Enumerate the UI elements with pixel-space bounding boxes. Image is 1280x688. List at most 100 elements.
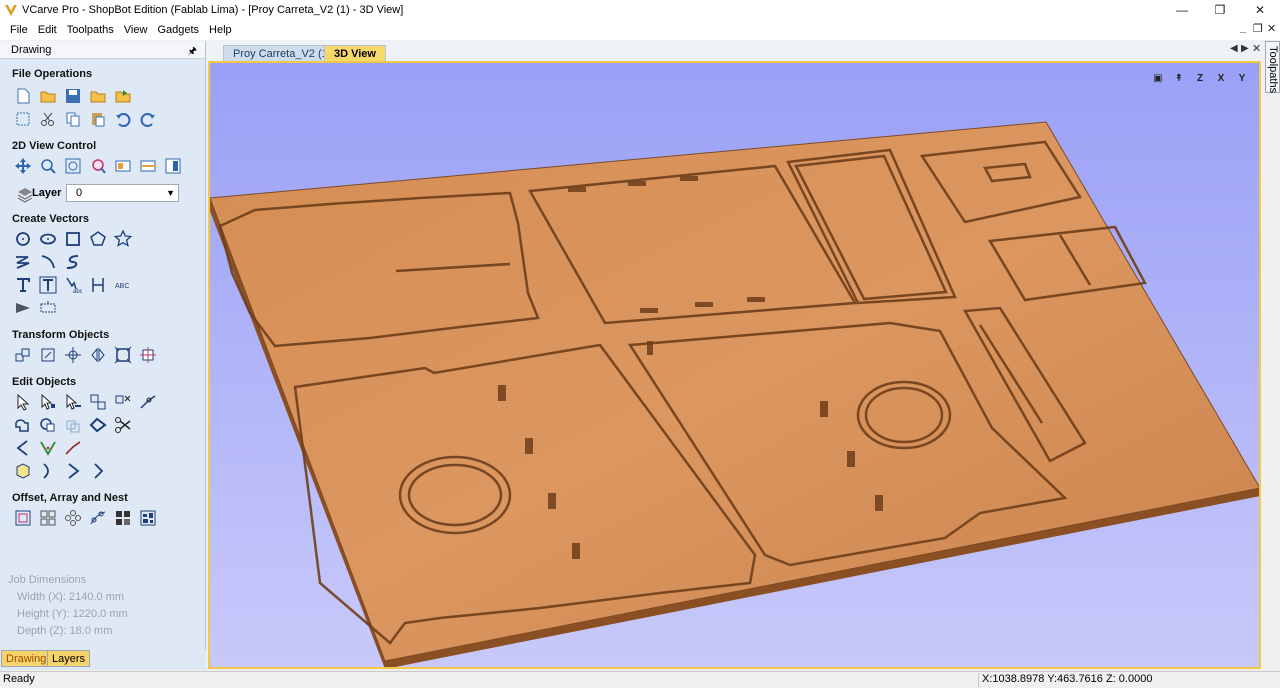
copy-along-vector-icon[interactable]	[87, 507, 109, 529]
interactive-select-icon[interactable]	[62, 391, 84, 413]
mdi-close-button[interactable]: ✕	[1267, 22, 1276, 35]
paste-icon[interactable]	[87, 108, 109, 130]
distort-icon[interactable]	[137, 344, 159, 366]
zoom-extents-icon[interactable]	[62, 155, 84, 177]
toolpaths-tab[interactable]: Toolpaths	[1265, 41, 1280, 93]
minimize-button[interactable]: —	[1162, 0, 1202, 20]
scale-icon[interactable]	[112, 344, 134, 366]
arc-text-icon[interactable]: ABC	[112, 274, 134, 296]
draw-curve-icon[interactable]	[62, 251, 84, 273]
dimension-icon[interactable]	[87, 274, 109, 296]
zoom-extents-view-icon[interactable]: ▣	[1149, 69, 1167, 87]
menu-help[interactable]: Help	[204, 24, 237, 36]
node-edit-icon[interactable]	[37, 391, 59, 413]
group-icon[interactable]	[87, 391, 109, 413]
fillet-icon[interactable]	[12, 297, 34, 319]
move-icon[interactable]	[12, 344, 34, 366]
job-setup-icon[interactable]	[12, 108, 34, 130]
menu-view[interactable]: View	[119, 24, 153, 36]
draw-arc-icon[interactable]	[37, 251, 59, 273]
menu-toolpaths[interactable]: Toolpaths	[62, 24, 119, 36]
circular-array-icon[interactable]	[62, 507, 84, 529]
draw-ellipse-icon[interactable]	[37, 228, 59, 250]
job-depth: Depth (Z): 18.0 mm	[17, 625, 113, 637]
measure-icon[interactable]	[37, 297, 59, 319]
join-vectors-icon[interactable]	[87, 414, 109, 436]
menu-edit[interactable]: Edit	[33, 24, 62, 36]
menu-file[interactable]: File	[5, 24, 33, 36]
close-button[interactable]: ✕	[1240, 0, 1280, 20]
view-layout-icon[interactable]	[112, 155, 134, 177]
extend-icon[interactable]	[62, 437, 84, 459]
pin-icon[interactable]: 🖈	[188, 44, 197, 61]
close-vector-icon[interactable]	[62, 460, 84, 482]
nesting-icon[interactable]	[112, 507, 134, 529]
intersect-icon[interactable]	[62, 414, 84, 436]
section-file-operations: File Operations	[12, 68, 93, 80]
copy-icon[interactable]	[62, 108, 84, 130]
draw-polygon-icon[interactable]	[87, 228, 109, 250]
drawing-panel: Drawing 🖈 File Operations 2D View Contro…	[0, 41, 206, 670]
array-copy-icon[interactable]	[37, 507, 59, 529]
auto-layout-text-icon[interactable]	[37, 274, 59, 296]
cut-icon[interactable]	[37, 108, 59, 130]
subtract-icon[interactable]	[37, 414, 59, 436]
view-top-z-icon[interactable]: Z	[1191, 69, 1209, 87]
3d-viewport[interactable]: ▣ ↟ Z X Y	[208, 61, 1261, 669]
curve-fit-icon[interactable]	[37, 460, 59, 482]
select-icon[interactable]	[12, 391, 34, 413]
maximize-button[interactable]: ❐	[1200, 0, 1240, 20]
svg-text:ABC: ABC	[115, 283, 129, 290]
join-open-icon[interactable]	[87, 460, 109, 482]
layer-dropdown[interactable]: 0 ▼	[66, 184, 179, 202]
iso-view-icon[interactable]: ↟	[1170, 69, 1188, 87]
trim-icon[interactable]	[137, 391, 159, 413]
draw-circle-icon[interactable]	[12, 228, 34, 250]
status-bar: Ready X:1038.8978 Y:463.7616 Z: 0.0000	[0, 671, 1280, 688]
redo-icon[interactable]	[137, 108, 159, 130]
draw-star-icon[interactable]	[112, 228, 134, 250]
tab-layers[interactable]: Layers	[47, 650, 91, 667]
save-icon[interactable]	[62, 85, 84, 107]
material-sheet	[210, 121, 1259, 662]
pan-icon[interactable]	[12, 155, 34, 177]
mdi-restore-button[interactable]: ❐	[1253, 22, 1263, 35]
menu-gadgets[interactable]: Gadgets	[152, 24, 204, 36]
tab-drawing[interactable]: Drawing	[1, 650, 52, 667]
cursor-coordinates: X:1038.8978 Y:463.7616 Z: 0.0000	[978, 673, 1278, 688]
auto-nest-icon[interactable]	[137, 507, 159, 529]
set-size-icon[interactable]	[37, 344, 59, 366]
text-on-curve-icon[interactable]: abc	[62, 274, 84, 296]
fillet-tool-icon[interactable]	[37, 437, 59, 459]
align-icon[interactable]	[62, 344, 84, 366]
view-side-y-icon[interactable]: Y	[1233, 69, 1251, 87]
ungroup-icon[interactable]	[112, 391, 134, 413]
mdi-minimize-button[interactable]: _	[1240, 22, 1246, 34]
undo-icon[interactable]	[112, 108, 134, 130]
open-vectors-icon[interactable]	[12, 437, 34, 459]
view-front-x-icon[interactable]: X	[1212, 69, 1230, 87]
draw-polyline-icon[interactable]	[12, 251, 34, 273]
fit-window-icon[interactable]	[162, 155, 184, 177]
view-orientation-toolbar: ▣ ↟ Z X Y	[1149, 69, 1251, 87]
weld-icon[interactable]	[12, 414, 34, 436]
zoom-selection-icon[interactable]	[87, 155, 109, 177]
new-file-icon[interactable]	[12, 85, 34, 107]
tab-3d-view[interactable]: 3D View	[324, 45, 386, 62]
sheet-view-icon[interactable]	[137, 155, 159, 177]
import-icon[interactable]	[112, 85, 134, 107]
draw-text-icon[interactable]	[12, 274, 34, 296]
tab-scroll-left-icon[interactable]: ◀	[1230, 43, 1238, 54]
layer-value: 0	[76, 187, 83, 199]
scissors-icon[interactable]	[112, 414, 134, 436]
tab-scroll-right-icon[interactable]: ▶	[1241, 43, 1249, 54]
mirror-icon[interactable]	[87, 344, 109, 366]
zoom-icon[interactable]	[37, 155, 59, 177]
smooth-icon[interactable]	[12, 460, 34, 482]
draw-rectangle-icon[interactable]	[62, 228, 84, 250]
tab-close-icon[interactable]: ✕	[1252, 42, 1261, 55]
open-folder-icon[interactable]	[37, 85, 59, 107]
vcarve-logo-icon	[5, 5, 17, 16]
open-templates-icon[interactable]	[87, 85, 109, 107]
offset-icon[interactable]	[12, 507, 34, 529]
